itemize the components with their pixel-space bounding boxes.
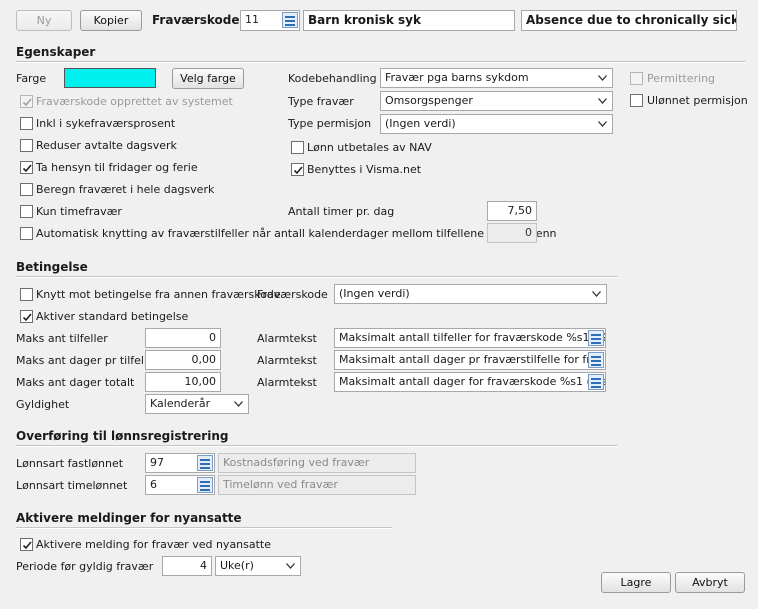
section-meldinger: Aktivere meldinger for nyansatte xyxy=(16,511,242,525)
system-created-checkbox[interactable] xyxy=(20,95,33,108)
chevron-down-icon xyxy=(598,75,607,81)
hourly-label: Kun timefravær xyxy=(36,205,122,218)
save-button[interactable]: Lagre xyxy=(601,572,671,593)
absence-type-value: Omsorgspenger xyxy=(385,94,473,107)
max-days-total-input[interactable]: 10,00 xyxy=(145,372,221,392)
standard-condition-label: Aktiver standard betingelse xyxy=(36,310,189,323)
reduce-checkbox[interactable] xyxy=(20,139,33,152)
whole-day-label: Beregn fraværet i hele dagsverk xyxy=(36,183,215,196)
alarm-label-1: Alarmtekst xyxy=(257,332,317,345)
max-days-total-label: Maks ant dager totalt xyxy=(16,376,135,389)
code-lookup-icon[interactable] xyxy=(282,12,298,28)
alarm-text-2[interactable]: Maksimalt antall dager pr fraværstilfell… xyxy=(334,350,606,370)
chevron-down-icon xyxy=(592,291,601,297)
sick-pct-checkbox[interactable] xyxy=(20,117,33,130)
auto-link-checkbox[interactable] xyxy=(20,227,33,240)
max-days-case-input[interactable]: 0,00 xyxy=(145,350,221,370)
layoff-label: Permittering xyxy=(647,72,716,85)
reduce-label: Reduser avtalte dagsverk xyxy=(36,139,177,152)
section-divider xyxy=(16,527,392,529)
period-label: Periode før gyldig fravær xyxy=(16,560,154,573)
choose-color-button[interactable]: Velg farge xyxy=(172,68,244,89)
max-days-case-label: Maks ant dager pr tilfelle xyxy=(16,354,154,367)
leave-type-label: Type permisjon xyxy=(288,117,372,130)
unpaid-checkbox[interactable] xyxy=(630,94,643,107)
hourly-wage-desc: Timelønn ved fravær xyxy=(218,475,416,495)
standard-condition-checkbox[interactable] xyxy=(20,310,33,323)
link-condition-checkbox[interactable] xyxy=(20,288,33,301)
holidays-checkbox[interactable] xyxy=(20,161,33,174)
name-no-input[interactable]: Barn kronisk syk xyxy=(303,10,515,31)
period-unit-select[interactable]: Uke(r) xyxy=(215,556,301,576)
holidays-label: Ta hensyn til fridager og ferie xyxy=(36,161,198,174)
name-en-input[interactable]: Absence due to chronically sick ch xyxy=(521,10,737,31)
section-divider xyxy=(16,445,618,447)
hourly-checkbox[interactable] xyxy=(20,205,33,218)
chevron-down-icon xyxy=(234,401,243,407)
section-divider xyxy=(16,276,618,278)
condition-code-label: Fraværskode xyxy=(257,288,328,301)
system-created-label: Fraværskode opprettet av systemet xyxy=(36,95,233,108)
hourly-wage-lookup-icon[interactable] xyxy=(197,477,213,493)
color-label: Farge xyxy=(16,72,47,85)
absence-type-label: Type fravær xyxy=(288,95,354,108)
new-button[interactable]: Ny xyxy=(16,10,72,31)
activate-message-label: Aktivere melding for fravær ved nyansatt… xyxy=(36,538,272,551)
hours-input[interactable]: 7,50 xyxy=(487,201,537,221)
alarm-text-3[interactable]: Maksimalt antall dager for fraværskode %… xyxy=(334,372,606,392)
color-swatch[interactable] xyxy=(64,68,156,88)
unpaid-label: Ulønnet permisjon xyxy=(647,94,748,107)
hours-label: Antall timer pr. dag xyxy=(288,205,395,218)
absence-type-select[interactable]: Omsorgspenger xyxy=(380,91,613,111)
section-betingelse: Betingelse xyxy=(16,260,88,274)
condition-code-value: (Ingen verdi) xyxy=(339,287,410,300)
alarm-label-2: Alarmtekst xyxy=(257,354,317,367)
max-cases-input[interactable]: 0 xyxy=(145,328,221,348)
alarm-lookup-icon[interactable] xyxy=(588,330,604,346)
sick-pct-label: Inkl i sykefraværsprosent xyxy=(36,117,176,130)
visma-checkbox[interactable] xyxy=(291,163,304,176)
code-label: Fraværskode xyxy=(152,13,240,27)
leave-type-select[interactable]: (Ingen verdi) xyxy=(380,114,613,134)
auto-link-input[interactable]: 0 xyxy=(487,223,537,243)
code-treatment-label: Kodebehandling xyxy=(288,72,377,85)
code-treatment-select[interactable]: Fravær pga barns sykdom xyxy=(380,68,613,88)
period-input[interactable]: 4 xyxy=(162,556,212,576)
section-overforing: Overføring til lønnsregistrering xyxy=(16,429,229,443)
fixed-wage-label: Lønnsart fastlønnet xyxy=(16,457,124,470)
alarm-text-1[interactable]: Maksimalt antall tilfeller for fraværsko… xyxy=(334,328,606,348)
activate-message-checkbox[interactable] xyxy=(20,538,33,551)
validity-label: Gyldighet xyxy=(16,398,70,411)
validity-select[interactable]: Kalenderår xyxy=(145,394,249,414)
fixed-wage-desc: Kostnadsføring ved fravær xyxy=(218,453,416,473)
fixed-wage-lookup-icon[interactable] xyxy=(197,455,213,471)
section-divider xyxy=(16,61,746,63)
section-egenskaper: Egenskaper xyxy=(16,45,96,59)
nav-checkbox[interactable] xyxy=(291,141,304,154)
alarm-label-3: Alarmtekst xyxy=(257,376,317,389)
cancel-button[interactable]: Avbryt xyxy=(675,572,745,593)
hourly-wage-label: Lønnsart timelønnet xyxy=(16,479,128,492)
max-cases-label: Maks ant tilfeller xyxy=(16,332,108,345)
copy-button[interactable]: Kopier xyxy=(80,10,142,31)
whole-day-checkbox[interactable] xyxy=(20,183,33,196)
visma-label: Benyttes i Visma.net xyxy=(307,163,422,176)
alarm-lookup-icon[interactable] xyxy=(588,374,604,390)
validity-value: Kalenderår xyxy=(150,397,211,410)
link-condition-label: Knytt mot betingelse fra annen fraværsko… xyxy=(36,288,281,301)
alarm-lookup-icon[interactable] xyxy=(588,352,604,368)
nav-label: Lønn utbetales av NAV xyxy=(307,141,432,154)
code-treatment-value: Fravær pga barns sykdom xyxy=(385,71,529,84)
layoff-checkbox[interactable] xyxy=(630,72,643,85)
chevron-down-icon xyxy=(598,121,607,127)
leave-type-value: (Ingen verdi) xyxy=(385,117,456,130)
auto-link-label: Automatisk knytting av fraværstilfeller … xyxy=(36,227,557,240)
chevron-down-icon xyxy=(598,98,607,104)
condition-code-select[interactable]: (Ingen verdi) xyxy=(334,284,607,304)
chevron-down-icon xyxy=(286,563,295,569)
period-unit-value: Uke(r) xyxy=(220,559,254,572)
